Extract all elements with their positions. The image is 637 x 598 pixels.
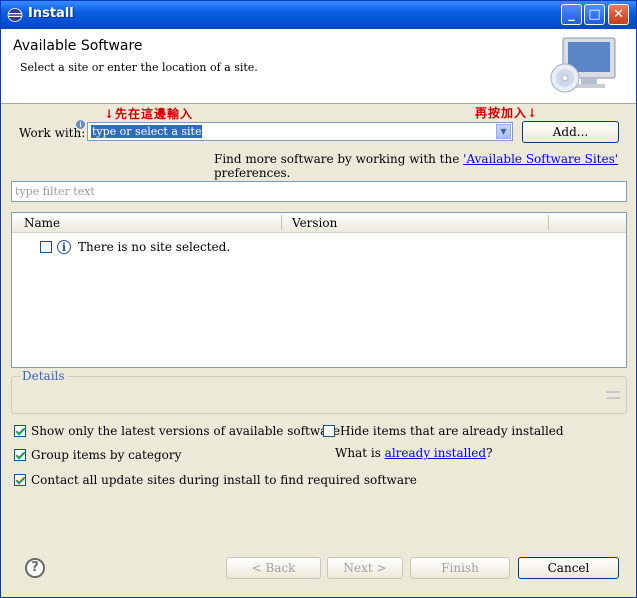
annotation-enter-here: ↓先在這邊輸入 (104, 107, 194, 121)
details-group: Details (11, 369, 627, 414)
minimize-button[interactable]: _ (561, 4, 582, 25)
what-is-installed-text: What is already installed? (335, 446, 493, 460)
work-with-combo[interactable]: type or select a site ▼ (87, 122, 513, 141)
window-title: Install (28, 6, 74, 21)
hide-installed-label[interactable]: Hide items that are already installed (340, 424, 564, 438)
contact-sites-label[interactable]: Contact all update sites during install … (31, 473, 417, 487)
column-name[interactable]: Name (24, 216, 60, 230)
info-icon: i (57, 240, 71, 254)
group-by-category-checkbox[interactable] (14, 449, 26, 461)
hide-installed-checkbox[interactable] (323, 425, 335, 437)
finish-button[interactable]: Finish (410, 557, 510, 579)
find-more-prefix: Find more software by working with the (214, 152, 464, 166)
what-is-suffix: ? (486, 446, 493, 460)
software-table[interactable]: Name Version i There is no site selected… (11, 212, 627, 368)
available-software-sites-link[interactable]: 'Available Software Sites' (463, 152, 618, 166)
find-more-text: Find more software by working with the '… (214, 152, 636, 180)
title-bar[interactable]: Install _ □ ✕ (1, 1, 636, 29)
work-with-value: type or select a site (91, 125, 203, 138)
table-header: Name Version (12, 213, 626, 233)
what-is-prefix: What is (335, 446, 385, 460)
install-monitor-icon (550, 37, 616, 93)
filter-placeholder: type filter text (15, 185, 95, 198)
show-latest-checkbox[interactable] (14, 425, 26, 437)
row-name: There is no site selected. (78, 240, 231, 254)
contact-sites-checkbox[interactable] (14, 474, 26, 486)
column-divider[interactable] (281, 215, 282, 230)
annotation-then-add: 再按加入↓ (475, 106, 539, 120)
cancel-button[interactable]: Cancel (518, 557, 619, 579)
add-button[interactable]: Add... (522, 121, 619, 143)
already-installed-link[interactable]: already installed (385, 446, 486, 460)
show-latest-label[interactable]: Show only the latest versions of availab… (31, 424, 340, 438)
page-title: Available Software (13, 38, 143, 54)
eclipse-icon (7, 8, 23, 22)
info-hint-icon (76, 120, 85, 129)
column-version[interactable]: Version (292, 216, 337, 230)
column-divider[interactable] (548, 215, 549, 230)
resize-grip-icon[interactable] (606, 391, 620, 399)
header-banner: Available Software Select a site or ente… (1, 29, 636, 104)
row-checkbox[interactable] (40, 241, 52, 253)
next-button[interactable]: Next > (327, 557, 403, 579)
help-icon[interactable]: ? (25, 558, 45, 578)
maximize-button[interactable]: □ (584, 4, 605, 25)
back-button[interactable]: < Back (226, 557, 321, 579)
group-by-category-label[interactable]: Group items by category (31, 448, 181, 462)
install-dialog: Install _ □ ✕ Available Software Select … (0, 0, 637, 598)
chevron-down-icon[interactable]: ▼ (496, 124, 511, 139)
page-subtitle: Select a site or enter the location of a… (20, 61, 258, 74)
details-label: Details (20, 369, 67, 383)
find-more-suffix: preferences. (214, 166, 291, 180)
filter-input[interactable]: type filter text (11, 181, 627, 202)
close-button[interactable]: ✕ (608, 4, 629, 25)
